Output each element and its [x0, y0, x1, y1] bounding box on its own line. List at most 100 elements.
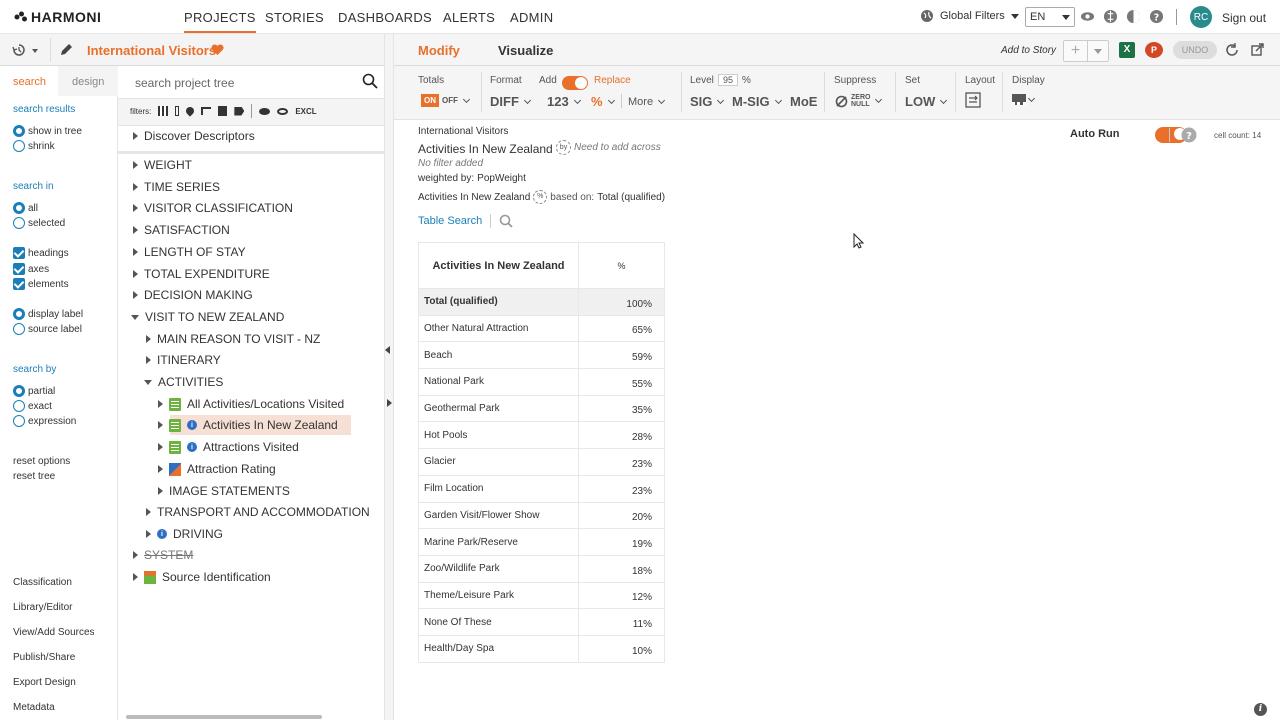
tab-modify[interactable]: Modify: [418, 43, 460, 58]
more-dropdown[interactable]: More: [628, 96, 666, 108]
source-label-radio[interactable]: source label: [13, 323, 82, 335]
tree-item[interactable]: IMAGE STATEMENTS: [158, 484, 290, 498]
harmoni-logo[interactable]: HARMONI: [14, 9, 101, 25]
library-editor-link[interactable]: Library/Editor: [13, 602, 72, 613]
caret-down-icon[interactable]: [32, 49, 38, 53]
share-icon[interactable]: [1251, 43, 1265, 57]
axes-checkbox[interactable]: axes: [13, 263, 49, 275]
need-across-hint[interactable]: Need to add across: [574, 142, 661, 153]
global-filters-button[interactable]: Global Filters: [920, 9, 1019, 23]
caret-right-icon[interactable]: [133, 248, 138, 256]
tree-item[interactable]: DECISION MAKING: [133, 288, 253, 302]
reset-tree-link[interactable]: reset tree: [13, 471, 55, 482]
tree-item-selected[interactable]: i Activities In New Zealand: [158, 418, 338, 432]
panel-splitter[interactable]: [384, 34, 394, 720]
caret-right-icon[interactable]: [146, 335, 151, 343]
header-variable[interactable]: Activities In New Zealand: [418, 242, 579, 289]
help-icon[interactable]: ?: [1149, 9, 1164, 24]
classification-link[interactable]: Classification: [13, 577, 72, 588]
number-format-dropdown[interactable]: 123: [547, 94, 581, 109]
language-select[interactable]: EN: [1025, 7, 1075, 27]
partial-radio[interactable]: partial: [13, 385, 55, 397]
tree-item[interactable]: TRANSPORT AND ACCOMMODATION: [146, 505, 370, 519]
tree-item[interactable]: TOTAL EXPENDITURE: [133, 267, 270, 281]
caret-right-icon[interactable]: [158, 443, 163, 451]
tree-item[interactable]: MAIN REASON TO VISIT - NZ: [146, 332, 320, 346]
eye-icon[interactable]: [1080, 9, 1095, 24]
arrow-filter-icon[interactable]: [234, 106, 245, 116]
shrink-radio[interactable]: shrink: [13, 140, 55, 152]
selected-radio[interactable]: selected: [13, 217, 65, 229]
tree-item[interactable]: Discover Descriptors: [133, 129, 255, 143]
table-search[interactable]: Table Search: [418, 214, 513, 228]
column-filter-icon[interactable]: [175, 106, 180, 116]
caret-right-icon[interactable]: [158, 465, 163, 473]
caret-right-icon[interactable]: [133, 183, 138, 191]
caret-right-icon[interactable]: [133, 204, 138, 212]
caret-right-icon[interactable]: [133, 291, 138, 299]
nav-dashboards[interactable]: DASHBOARDS: [338, 10, 432, 25]
row-label[interactable]: Marine Park/Reserve: [418, 528, 579, 556]
nav-projects[interactable]: PROJECTS: [184, 10, 256, 33]
moe-button[interactable]: MoE: [790, 94, 817, 109]
publish-share-link[interactable]: Publish/Share: [13, 652, 75, 663]
collapse-left-icon[interactable]: [385, 346, 390, 354]
row-label[interactable]: Hot Pools: [418, 421, 579, 450]
display-label-radio[interactable]: display label: [13, 308, 83, 320]
reset-options-link[interactable]: reset options: [13, 456, 70, 467]
tree-search-input[interactable]: search project tree: [135, 72, 385, 94]
tab-visualize[interactable]: Visualize: [498, 43, 553, 58]
powerpoint-export-icon[interactable]: P: [1145, 42, 1163, 58]
help-icon[interactable]: ?: [1181, 127, 1197, 143]
diff-dropdown[interactable]: DIFF: [490, 94, 531, 109]
row-label[interactable]: National Park: [418, 368, 579, 396]
export-design-link[interactable]: Export Design: [13, 677, 76, 688]
doc-filter-icon[interactable]: [218, 106, 228, 116]
tree-item[interactable]: SATISFACTION: [133, 223, 230, 237]
caret-right-icon[interactable]: [133, 161, 138, 169]
pin-filter-icon[interactable]: [184, 105, 197, 117]
expand-right-icon[interactable]: [387, 399, 392, 407]
row-label[interactable]: Garden Visit/Flower Show: [418, 502, 579, 530]
caret-down-icon[interactable]: [144, 379, 152, 385]
nav-alerts[interactable]: ALERTS: [443, 10, 495, 25]
nav-admin[interactable]: ADMIN: [510, 10, 553, 25]
caret-right-icon[interactable]: [146, 356, 151, 364]
nav-stories[interactable]: STORIES: [265, 10, 324, 25]
tree-item[interactable]: VISITOR CLASSIFICATION: [133, 201, 293, 215]
view-add-sources-link[interactable]: View/Add Sources: [13, 627, 95, 638]
caret-right-icon[interactable]: [133, 270, 138, 278]
base-variable[interactable]: Activities In New Zealand: [418, 192, 530, 203]
tree-item[interactable]: Attraction Rating: [158, 462, 276, 476]
percent-dropdown[interactable]: %: [591, 94, 615, 109]
caret-right-icon[interactable]: [146, 530, 151, 538]
add-to-story-button[interactable]: +: [1063, 40, 1109, 62]
headings-checkbox[interactable]: headings: [13, 247, 69, 259]
tree-item[interactable]: SYSTEM: [133, 548, 193, 562]
eye-slash-filter-icon[interactable]: [277, 107, 289, 115]
add-replace-toggle[interactable]: [562, 76, 588, 90]
show-in-tree-radio[interactable]: show in tree: [13, 125, 82, 137]
eye-filter-icon[interactable]: [259, 107, 271, 115]
tab-design-label[interactable]: design: [72, 76, 104, 88]
exact-radio[interactable]: exact: [13, 400, 52, 412]
swap-layout-icon[interactable]: [965, 92, 981, 108]
tree-item[interactable]: i Attractions Visited: [158, 440, 299, 454]
elements-checkbox[interactable]: elements: [13, 278, 69, 290]
suppress-dropdown[interactable]: ZERO NULL: [835, 94, 883, 108]
metadata-link[interactable]: Metadata: [13, 702, 55, 713]
tree-item[interactable]: i DRIVING: [146, 527, 223, 541]
hierarchy-filter-icon[interactable]: [201, 107, 212, 115]
caret-right-icon[interactable]: [158, 421, 163, 429]
search-icon[interactable]: [499, 214, 513, 228]
row-label[interactable]: Other Natural Attraction: [418, 315, 579, 343]
heart-icon[interactable]: [211, 44, 224, 56]
refresh-icon[interactable]: [1225, 43, 1239, 57]
totals-toggle[interactable]: ON OFF: [421, 94, 471, 107]
row-label[interactable]: Geothermal Park: [418, 395, 579, 423]
undo-button[interactable]: UNDO: [1173, 41, 1217, 59]
tree-item[interactable]: LENGTH OF STAY: [133, 245, 246, 259]
based-on-value[interactable]: Total (qualified): [597, 192, 665, 203]
tree-item[interactable]: ACTIVITIES: [144, 375, 223, 389]
contrast-icon[interactable]: [1126, 9, 1141, 24]
